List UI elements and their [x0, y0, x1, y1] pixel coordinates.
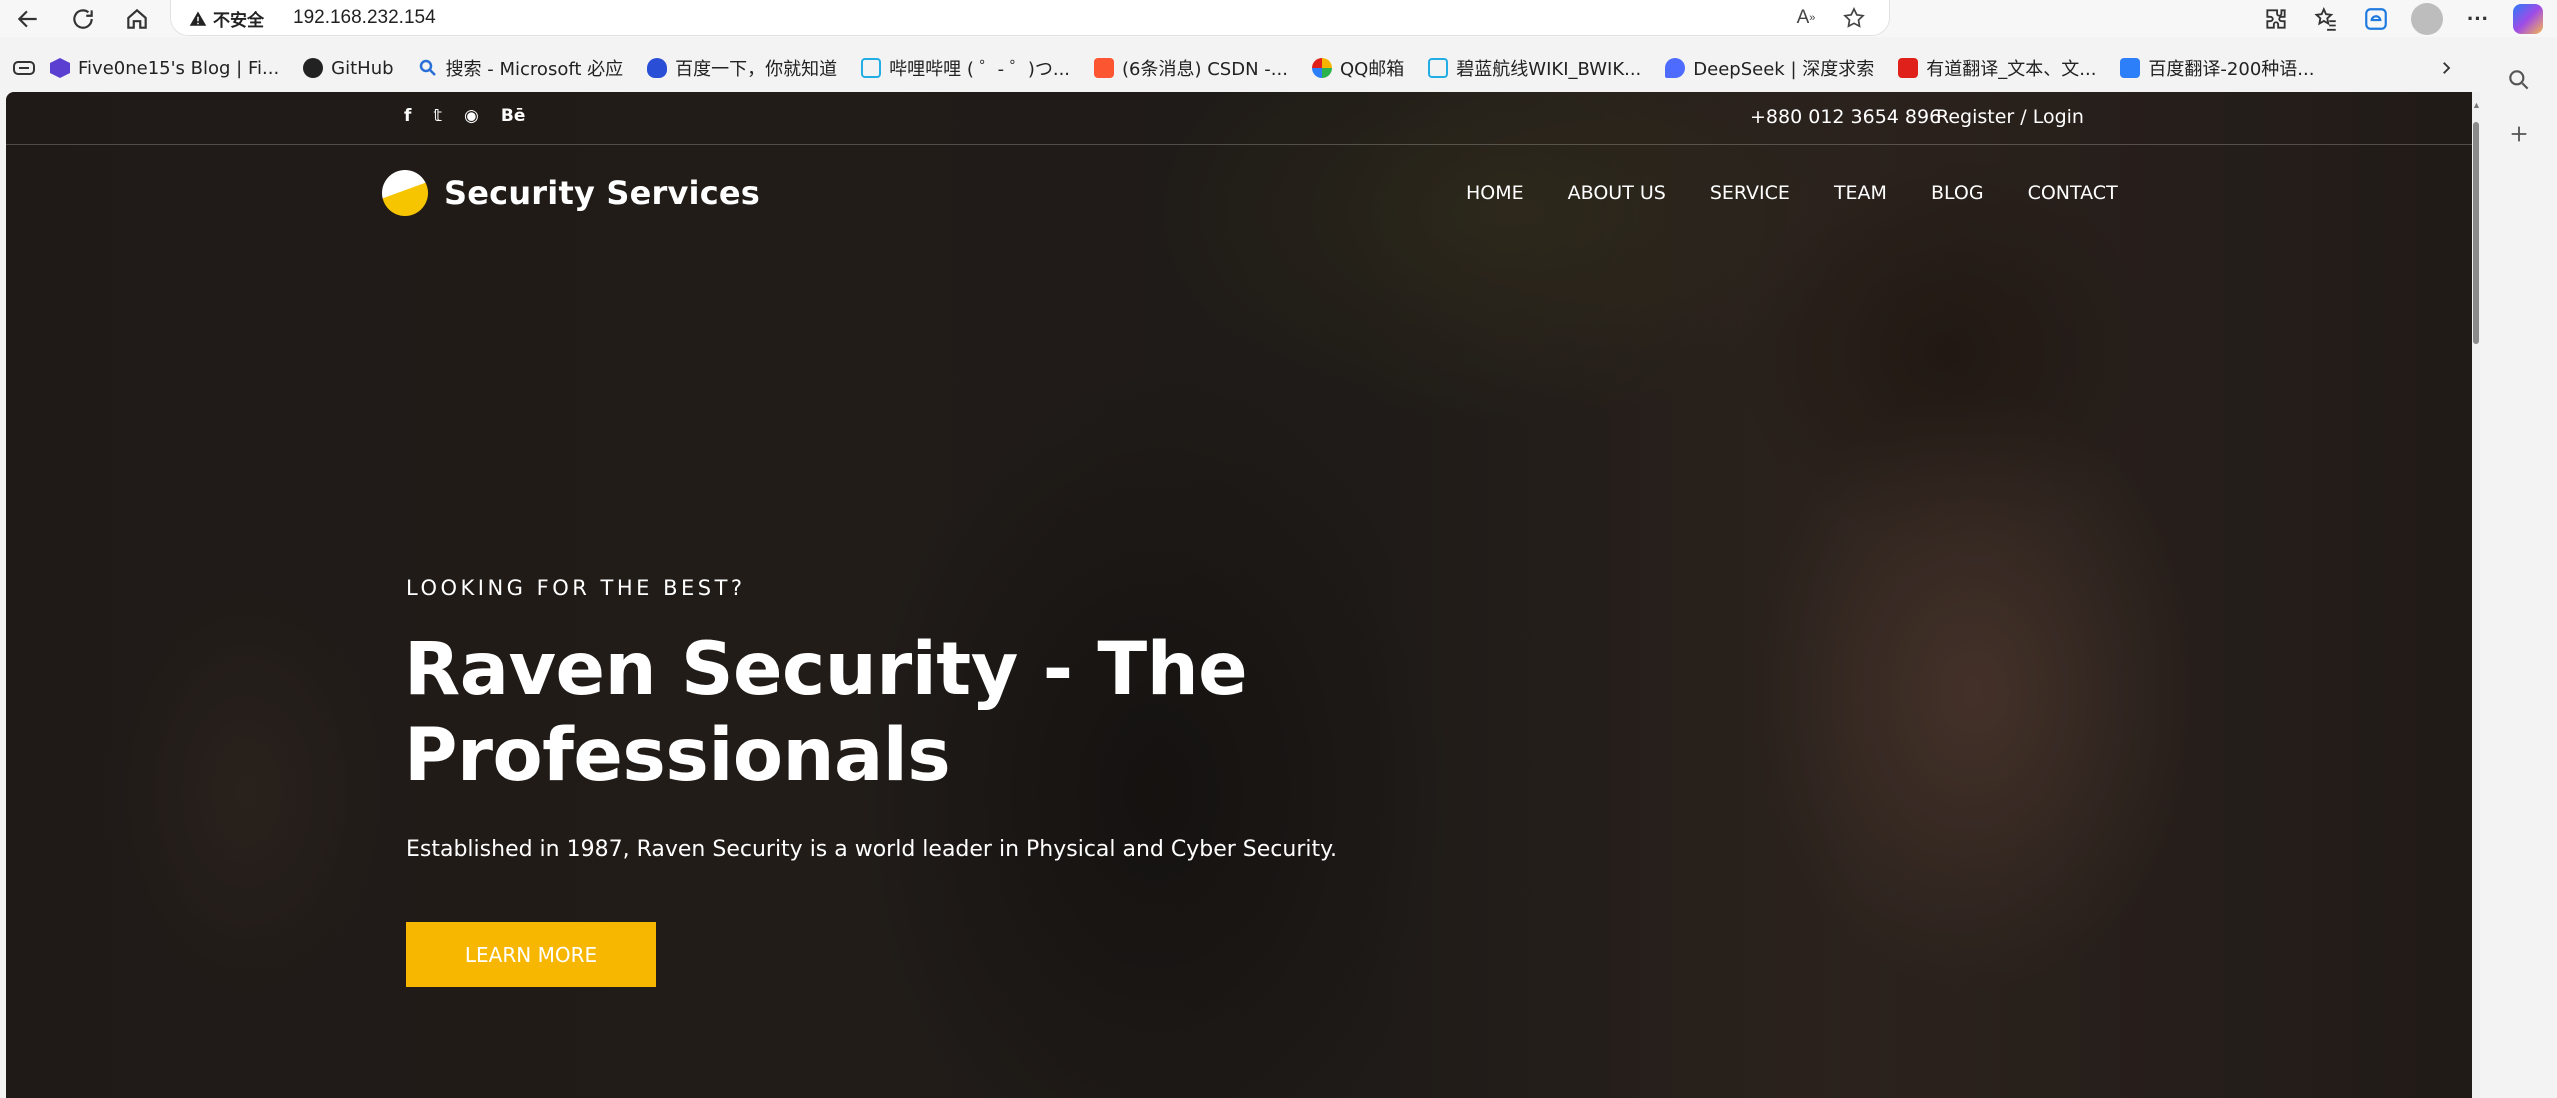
- bookmark-label: 百度翻译-200种语...: [2148, 59, 2315, 80]
- bookmark-item[interactable]: (6条消息) CSDN -...: [1094, 55, 1288, 81]
- twitter-icon[interactable]: 𝕥: [433, 106, 442, 126]
- home-icon[interactable]: [121, 3, 153, 35]
- hero-headline-line2: Professionals: [404, 713, 951, 798]
- security-label: 不安全: [213, 11, 264, 31]
- page-scrollbar[interactable]: ▲: [2472, 92, 2481, 1098]
- favorite-star-icon[interactable]: [1841, 5, 1867, 31]
- refresh-icon[interactable]: [67, 3, 99, 35]
- github-icon: [303, 58, 324, 78]
- hero-section: f 𝕥 ◉ Bē +880 012 3654 896 Register / Lo…: [6, 92, 2472, 1098]
- logo-icon: [382, 170, 428, 216]
- bookmark-label: Five0ne15's Blog | Fi...: [78, 57, 280, 79]
- chevron-right-icon[interactable]: [2432, 54, 2460, 82]
- add-icon[interactable]: [2503, 118, 2535, 150]
- bookmark-item[interactable]: DeepSeek | 深度求索: [1665, 55, 1874, 81]
- nav-home[interactable]: HOME: [1466, 182, 1524, 204]
- security-warning[interactable]: 不安全: [189, 6, 264, 31]
- page-viewport: f 𝕥 ◉ Bē +880 012 3654 896 Register / Lo…: [6, 92, 2472, 1098]
- scroll-up-arrow-icon[interactable]: ▲: [2472, 100, 2481, 110]
- bilibili-tv-icon: [861, 58, 882, 78]
- logo-text: Security Services: [444, 174, 761, 212]
- nav-team[interactable]: TEAM: [1834, 182, 1887, 204]
- nav-service[interactable]: SERVICE: [1710, 182, 1790, 204]
- qq-mail-icon: [1311, 58, 1332, 78]
- bookmark-label: (6条消息) CSDN -...: [1122, 59, 1288, 80]
- bookmark-label: 有道翻译_文本、文...: [1926, 59, 2097, 80]
- bookmark-item[interactable]: 百度翻译-200种语...: [2120, 55, 2314, 81]
- bilibili-tv-icon: [1428, 58, 1449, 78]
- bookmark-item[interactable]: GitHub: [303, 57, 394, 79]
- browser-toolbar: 不安全 192.168.232.154 A» ···: [0, 0, 2557, 37]
- phone-number: +880 012 3654 896: [1750, 106, 1942, 128]
- header-top-strip: f 𝕥 ◉ Bē +880 012 3654 896 Register / Lo…: [6, 92, 2472, 145]
- back-arrow-icon[interactable]: [12, 3, 44, 35]
- learn-more-button[interactable]: LEARN MORE: [406, 922, 656, 987]
- bookmark-label: 搜索 - Microsoft 必应: [445, 59, 624, 80]
- bookmark-item[interactable]: 有道翻译_文本、文...: [1898, 55, 2096, 81]
- bookmark-label: DeepSeek | 深度求索: [1693, 59, 1875, 80]
- bookmark-item[interactable]: QQ邮箱: [1311, 55, 1405, 81]
- edge-sidebar: [2480, 42, 2557, 1098]
- edge-collections-icon[interactable]: [2361, 4, 2391, 34]
- hero-headline: Raven Security - The Professionals: [404, 627, 1304, 799]
- search-icon: [418, 58, 438, 78]
- hero-headline-line1: Raven Security - The: [404, 627, 1248, 712]
- dribbble-icon[interactable]: ◉: [464, 106, 479, 126]
- read-aloud-icon[interactable]: A»: [1793, 5, 1819, 31]
- social-links: f 𝕥 ◉ Bē: [404, 106, 525, 126]
- profile-avatar[interactable]: [2411, 2, 2443, 35]
- nav-blog[interactable]: BLOG: [1931, 182, 1984, 204]
- bookmark-item[interactable]: 哔哩哔哩 ( ゜- ゜)つ...: [861, 55, 1070, 81]
- bookmark-label: GitHub: [331, 57, 394, 79]
- favorites-icon[interactable]: [2311, 4, 2341, 34]
- csdn-icon: [1094, 58, 1115, 78]
- bookmark-label: QQ邮箱: [1339, 59, 1405, 80]
- bookmarks-bar: Five0ne15's Blog | Fi... GitHub 搜索 - Mic…: [0, 50, 2480, 86]
- bookmark-label: 百度一下，你就知道: [675, 59, 838, 80]
- bookmark-item[interactable]: Five0ne15's Blog | Fi...: [50, 58, 279, 79]
- nav-contact[interactable]: CONTACT: [2028, 182, 2118, 204]
- copilot-icon[interactable]: [2513, 3, 2543, 34]
- main-nav: HOME ABOUT US SERVICE TEAM BLOG CONTACT: [1466, 182, 2118, 204]
- bookmark-item[interactable]: 搜索 - Microsoft 必应: [418, 55, 624, 81]
- more-options-icon[interactable]: ···: [2463, 4, 2493, 34]
- site-logo[interactable]: Security Services: [382, 170, 760, 216]
- scrollbar-thumb[interactable]: [2473, 122, 2479, 344]
- baidu-paw-icon: [647, 58, 668, 78]
- youdao-icon: [1898, 58, 1919, 78]
- bookmark-label: 哔哩哔哩 ( ゜- ゜)つ...: [889, 59, 1071, 80]
- warning-icon: [189, 11, 207, 26]
- hero-eyebrow: LOOKING FOR THE BEST?: [406, 576, 746, 600]
- extensions-icon[interactable]: [2261, 4, 2291, 34]
- deepseek-whale-icon: [1665, 58, 1686, 78]
- hero-subtitle: Established in 1987, Raven Security is a…: [406, 837, 1338, 862]
- nav-about-us[interactable]: ABOUT US: [1568, 182, 1666, 204]
- bookmark-item[interactable]: 碧蓝航线WIKI_BWIK...: [1428, 55, 1641, 81]
- search-icon[interactable]: [2503, 64, 2535, 96]
- facebook-icon[interactable]: f: [404, 106, 411, 126]
- reading-list-icon[interactable]: [12, 57, 36, 79]
- behance-icon[interactable]: Bē: [501, 106, 526, 126]
- url-text[interactable]: 192.168.232.154: [293, 7, 436, 29]
- bookmark-item[interactable]: 百度一下，你就知道: [647, 55, 837, 81]
- bookmark-favicon: [50, 58, 70, 78]
- register-login-link[interactable]: Register / Login: [1936, 106, 2084, 128]
- baidu-translate-icon: [2120, 58, 2141, 78]
- address-bar[interactable]: 不安全 192.168.232.154 A»: [170, 0, 1890, 36]
- bookmark-label: 碧蓝航线WIKI_BWIK...: [1456, 59, 1642, 80]
